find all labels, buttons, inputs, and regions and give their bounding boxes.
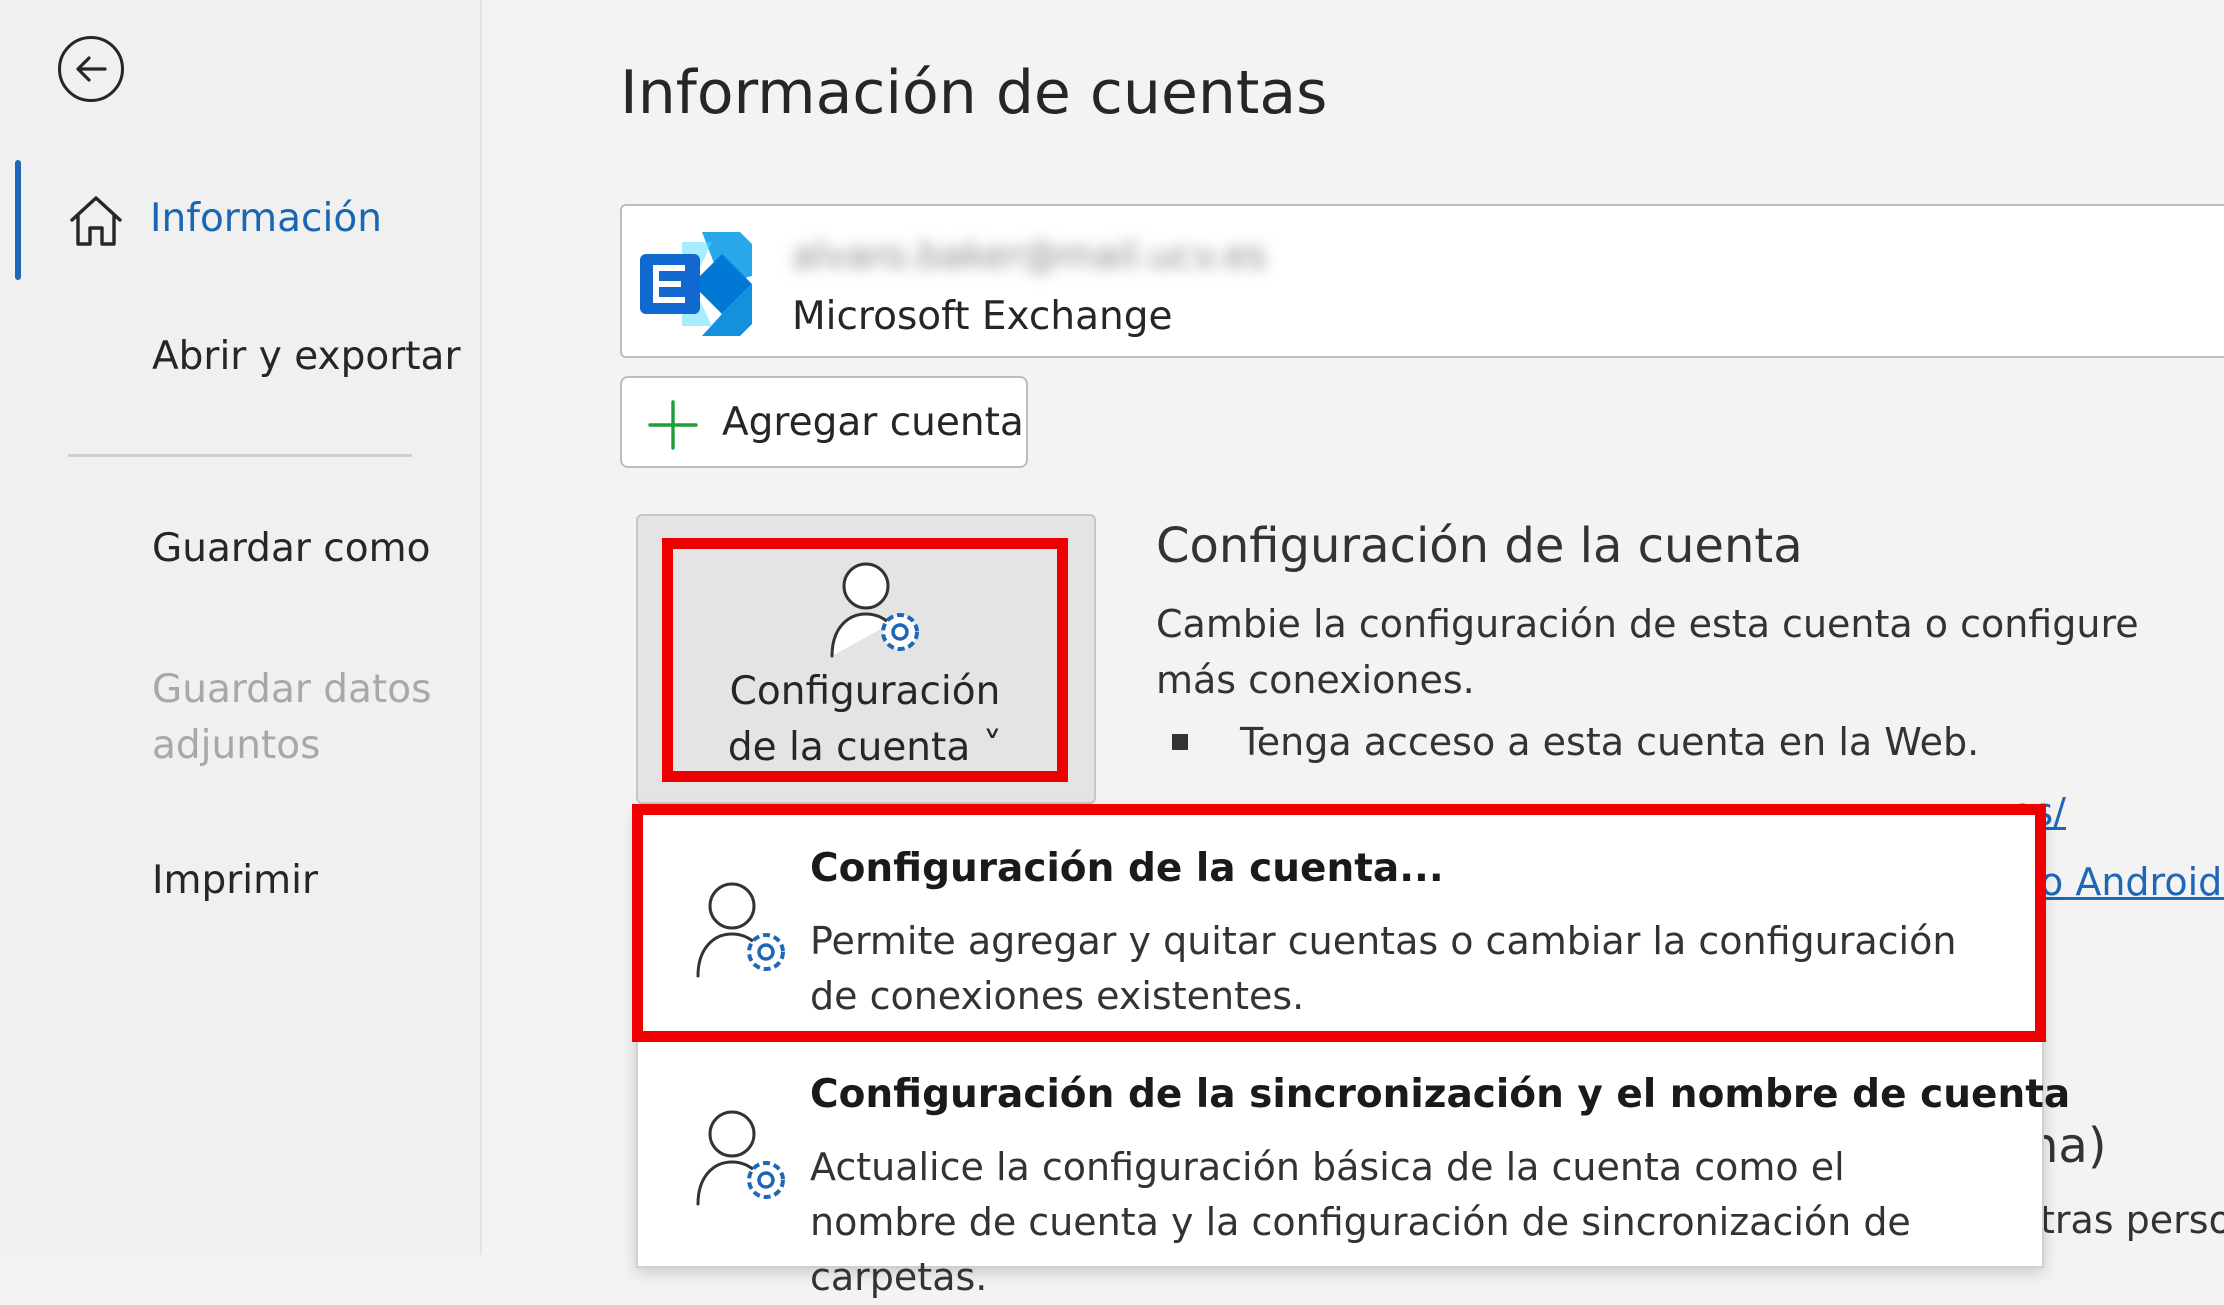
nav-item-guardar-como[interactable]: Guardar como [152,526,430,571]
red-highlight-account-settings [662,538,1068,782]
red-highlight-menu-item [632,804,2046,1042]
bullet-marker [1172,734,1188,750]
nav-selection-indicator [15,160,21,280]
account-email: alvaro.baker@mail.ucv.es [792,234,1267,277]
page-title: Información de cuentas [620,58,1328,128]
add-account-button[interactable]: Agregar cuenta [620,376,1028,468]
account-type: Microsoft Exchange [792,294,1173,339]
section-title: Configuración de la cuenta [1156,518,1803,574]
nav-item-guardar-adjuntos: Guardar datos adjuntos [152,667,432,768]
partial-section-text: tras perso [2040,1198,2224,1242]
section-description: Cambie la configuración de esta cuenta o… [1156,602,2139,702]
plus-icon [648,400,698,450]
exchange-logo-icon [640,232,752,336]
backstage-nav: Información Abrir y exportar Guardar com… [0,0,482,1255]
nav-divider [68,454,412,457]
nav-item-abrir-exportar[interactable]: Abrir y exportar [152,334,460,379]
menu-item-sync-settings-desc: Actualice la configuración básica de la … [810,1145,1911,1299]
add-account-label: Agregar cuenta [722,400,1024,445]
user-gear-icon [696,1110,785,1206]
mobile-app-link[interactable]: o Android. [2040,860,2224,904]
account-selector[interactable]: alvaro.baker@mail.ucv.es Microsoft Excha… [620,204,2224,358]
nav-item-imprimir[interactable]: Imprimir [152,858,318,903]
menu-item-sync-settings[interactable]: Configuración de la sincronización y el … [810,1072,2070,1117]
nav-item-informacion[interactable]: Información [150,196,382,241]
home-icon [70,196,122,246]
web-access-text: Tenga acceso a esta cuenta en la Web. [1240,720,1980,764]
back-button[interactable] [58,36,124,102]
back-arrow-icon [76,56,107,82]
